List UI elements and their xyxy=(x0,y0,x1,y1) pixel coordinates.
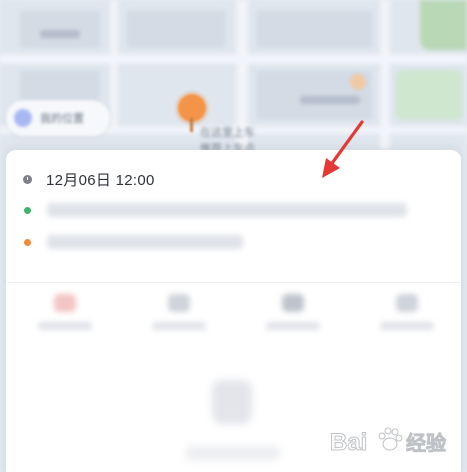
start-address xyxy=(47,203,407,217)
action-icon-2 xyxy=(168,294,190,312)
avatar-icon xyxy=(14,109,32,127)
center-action-icon[interactable] xyxy=(212,380,252,424)
action-button-2[interactable] xyxy=(144,294,214,344)
clock-icon xyxy=(23,174,32,184)
paw-icon xyxy=(378,427,403,451)
my-location-label: 我的位置 xyxy=(40,113,84,125)
action-button-1[interactable] xyxy=(30,294,100,344)
sheet-divider xyxy=(6,282,461,283)
my-location-chip[interactable]: 我的位置 xyxy=(6,100,110,136)
action-icon-1 xyxy=(54,294,76,312)
map-poi-green xyxy=(420,0,467,50)
trip-time-row: 12月06日 12:00 xyxy=(6,164,461,194)
pickup-label: 在这里上车 xyxy=(200,127,255,139)
center-action-label xyxy=(186,446,280,460)
baidu-watermark: Bai 经验 xyxy=(330,427,446,457)
app-screen: 在这里上车 推荐上车点 我的位置 12月06日 12:00 Bai 经验 xyxy=(0,0,467,472)
action-button-4[interactable] xyxy=(372,294,442,344)
end-address-row[interactable] xyxy=(6,227,461,257)
action-icon-3 xyxy=(282,294,304,312)
start-address-row[interactable] xyxy=(6,195,461,225)
map-poi-marker xyxy=(350,74,366,90)
annotation-arrow-icon xyxy=(322,120,364,178)
trip-time: 12月06日 12:00 xyxy=(46,171,155,189)
svg-text:经验: 经验 xyxy=(406,431,446,455)
start-dot-icon xyxy=(24,206,31,214)
pickup-pin-tail xyxy=(190,118,193,132)
action-button-3[interactable] xyxy=(258,294,328,344)
end-dot-icon xyxy=(24,238,31,246)
svg-text:Bai: Bai xyxy=(330,429,367,456)
trip-actions xyxy=(6,290,461,350)
action-icon-4 xyxy=(396,294,418,312)
end-address xyxy=(47,235,243,249)
